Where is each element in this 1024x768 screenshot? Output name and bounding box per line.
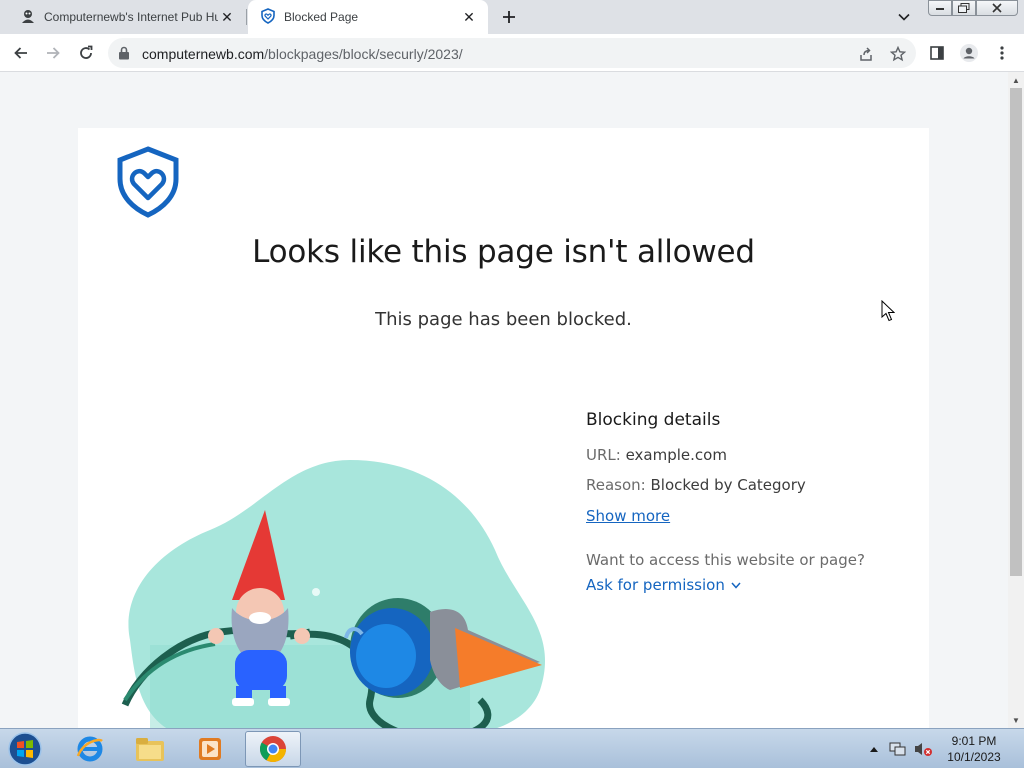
tab-blocked-page[interactable]: Blocked Page ✕ [248,0,488,34]
site-favicon-icon [20,8,36,27]
chrome-taskbar-icon[interactable] [245,731,301,767]
share-icon[interactable] [856,44,876,64]
tab-search-chevron-icon[interactable] [894,8,914,26]
page-subheading: This page has been blocked. [375,309,632,330]
tab-close-icon[interactable]: ✕ [218,8,236,26]
reason-row: Reason: Blocked by Category [586,476,906,494]
close-window-button[interactable] [976,0,1018,16]
profile-avatar-icon[interactable] [956,41,982,65]
clock-time: 9:01 PM [951,734,997,748]
tab-title: Blocked Page [284,10,359,24]
ask-permission-label: Ask for permission [586,576,725,594]
tab-title: Computernewb's Internet Pub Hub [44,10,218,24]
system-clock[interactable]: 9:01 PM 10/1/2023 [938,733,1010,765]
address-bar[interactable]: computernewb.com/blockpages/block/securl… [108,38,916,68]
tab-internet-pub-hub[interactable]: Computernewb's Internet Pub Hub ✕ [8,0,246,34]
menu-kebab-icon[interactable] [989,41,1015,65]
windows-taskbar: 9:01 PM 10/1/2023 [0,728,1024,768]
show-hidden-icons-icon[interactable] [866,729,882,768]
shield-favicon-icon [260,7,276,27]
url-label: URL: [586,446,621,464]
scroll-thumb[interactable] [1010,88,1022,576]
start-button[interactable] [6,731,44,767]
page-heading: Looks like this page isn't allowed [252,234,755,270]
url-host: computernewb.com [142,46,265,62]
internet-explorer-icon[interactable] [62,731,118,767]
minimize-button[interactable] [928,0,952,16]
vertical-scrollbar[interactable]: ▲ ▼ [1008,72,1024,728]
lock-icon[interactable] [118,46,130,65]
tab-close-icon[interactable]: ✕ [460,8,478,26]
url-row: URL: example.com [586,446,906,464]
volume-muted-icon[interactable] [912,729,934,768]
url-value: example.com [625,446,727,464]
clock-date: 10/1/2023 [947,750,1001,764]
scroll-up-arrow-icon[interactable]: ▲ [1008,72,1024,88]
bookmark-star-icon[interactable] [888,44,908,64]
url-path: /blockpages/block/securly/2023/ [264,46,463,62]
gnome-cable-illustration [120,400,560,728]
tab-strip: Computernewb's Internet Pub Hub ✕ Blocke… [0,0,1024,34]
back-button[interactable] [8,41,34,65]
ask-permission-button[interactable]: Ask for permission [586,576,741,594]
network-icon[interactable] [888,729,908,768]
restore-button[interactable] [952,0,976,16]
reload-button[interactable] [73,41,99,65]
access-question: Want to access this website or page? [586,551,865,569]
forward-button[interactable] [40,41,66,65]
details-title: Blocking details [586,410,721,430]
mouse-cursor-icon [881,299,896,327]
shield-heart-logo-icon [116,146,180,223]
new-tab-button[interactable] [498,6,520,28]
tab-separator [246,9,247,25]
media-player-icon[interactable] [182,731,238,767]
browser-toolbar: computernewb.com/blockpages/block/securl… [0,34,1024,72]
page-viewport: Looks like this page isn't allowed This … [0,72,1008,728]
side-panel-icon[interactable] [924,41,950,65]
show-more-link[interactable]: Show more [586,507,670,525]
url-text[interactable]: computernewb.com/blockpages/block/securl… [142,46,463,62]
block-card: Looks like this page isn't allowed This … [78,128,929,728]
file-explorer-icon[interactable] [122,731,178,767]
blocking-details-panel: Blocking details URL: example.com Reason… [586,410,906,594]
chevron-down-icon [731,582,741,589]
scroll-down-arrow-icon[interactable]: ▼ [1008,712,1024,728]
reason-label: Reason: [586,476,646,494]
reason-value: Blocked by Category [650,476,806,494]
